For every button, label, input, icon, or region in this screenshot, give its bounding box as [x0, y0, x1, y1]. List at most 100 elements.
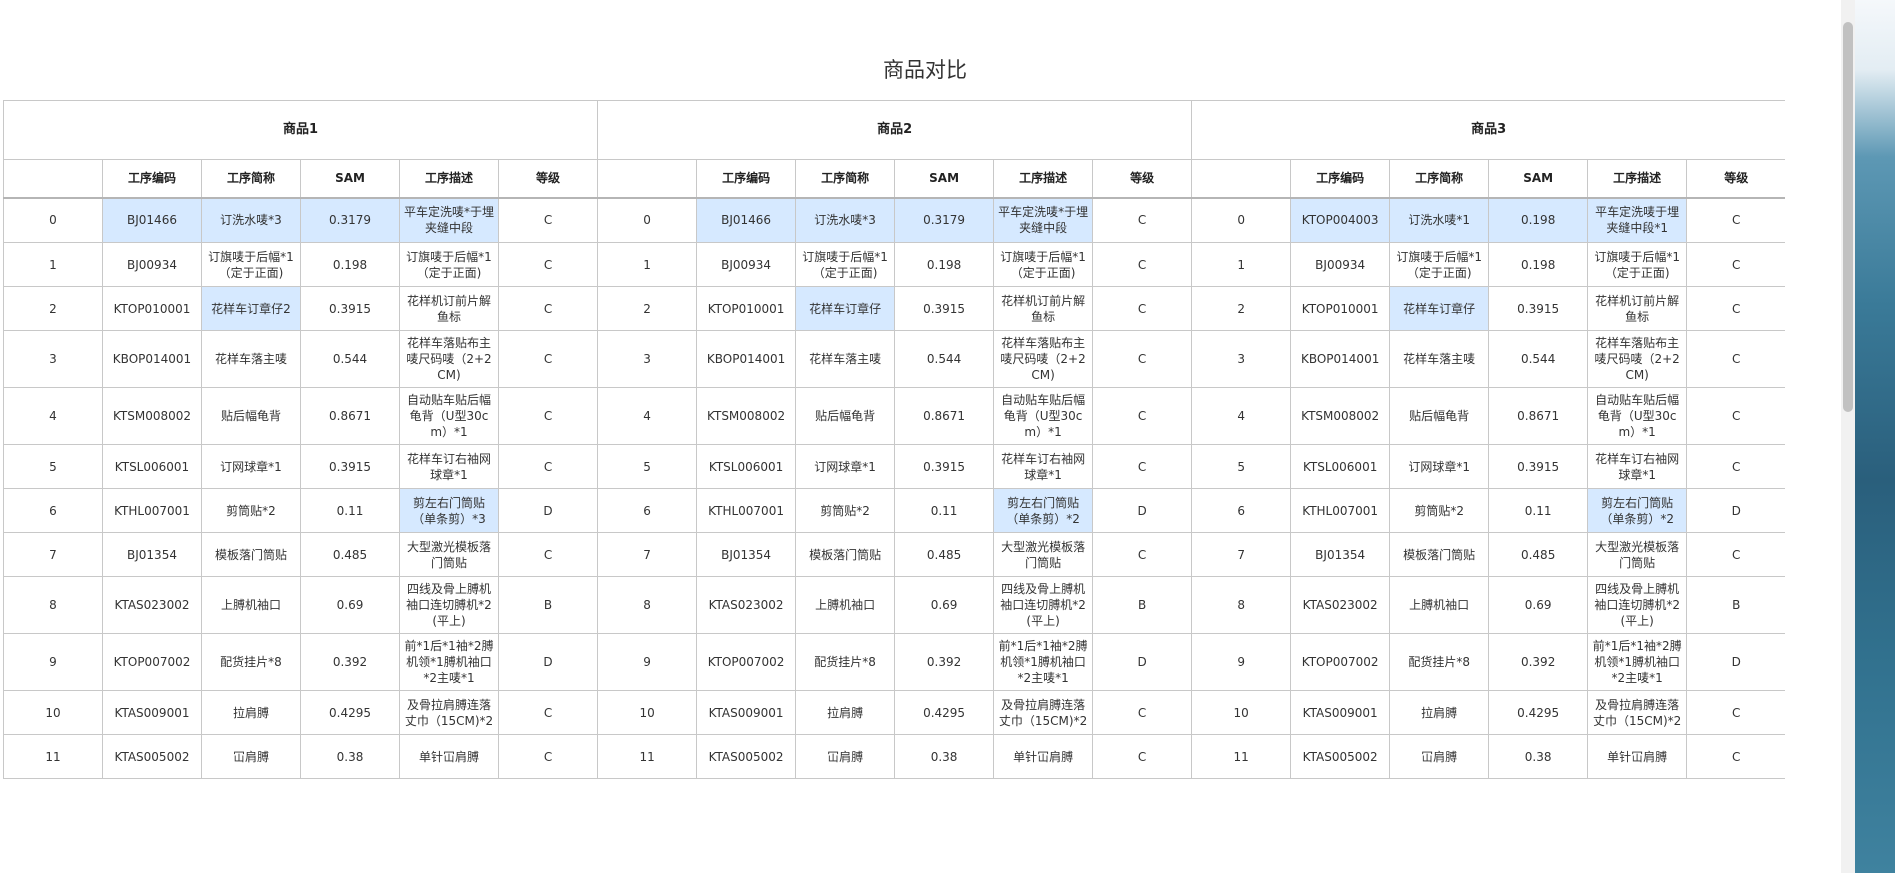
row-index-cell: 9 — [597, 633, 698, 691]
operation-description-cell: 自动贴车贴后幅龟背（U型30cm）*1 — [993, 387, 1094, 445]
operation-code-cell: KBOP014001 — [1290, 330, 1391, 388]
grade-cell: D — [497, 633, 599, 691]
row-index-cell: 11 — [597, 734, 698, 779]
table-row: 9 KTOP007002 配货挂片*8 0.392 前*1后*1袖*2膊机领*1膊机袖口… — [3, 633, 1785, 691]
row-index-cell: 9 — [3, 633, 103, 691]
operation-name-cell: 贴后幅龟背 — [1389, 387, 1490, 445]
row-index-cell: 11 — [1191, 734, 1292, 779]
operation-name-cell: 配货挂片*8 — [795, 633, 896, 691]
scrollbar-thumb[interactable] — [1843, 22, 1853, 412]
column-header-index — [3, 159, 103, 199]
grade-cell: C — [1092, 444, 1193, 489]
row-index-cell: 10 — [597, 690, 698, 735]
operation-name-cell: 花样车订章仔 — [1389, 286, 1490, 331]
grade-cell: C — [1686, 286, 1785, 331]
row-index-cell: 7 — [597, 532, 698, 577]
operation-description-cell: 四线及骨上膊机袖口连切膊机*2(平上) — [1587, 576, 1688, 634]
row-index-cell: 3 — [597, 330, 698, 388]
grade-cell: C — [1092, 690, 1193, 735]
sam-value-cell: 0.3915 — [300, 286, 400, 331]
operation-name-cell: 冚肩膊 — [1389, 734, 1490, 779]
operation-name-cell: 模板落门筒贴 — [795, 532, 896, 577]
operation-description-cell: 及骨拉肩膊连落丈巾（15CM)*2 — [1587, 690, 1688, 735]
operation-description-cell: 花样车订右袖网球章*1 — [993, 444, 1094, 489]
operation-name-cell: 上膊机袖口 — [1389, 576, 1490, 634]
operation-name-cell: 配货挂片*8 — [201, 633, 301, 691]
operation-description-cell: 单针冚肩膊 — [1587, 734, 1688, 779]
page-title: 商品对比 — [883, 58, 967, 82]
row-index-cell: 11 — [3, 734, 103, 779]
sam-value-cell: 0.3915 — [300, 444, 400, 489]
operation-code-cell: BJ01466 — [696, 197, 797, 243]
row-index-cell: 7 — [1191, 532, 1292, 577]
row-index-cell: 5 — [597, 444, 698, 489]
sam-value-cell: 0.38 — [300, 734, 400, 779]
operation-description-cell: 订旗唛于后幅*1（定于正面) — [399, 242, 499, 287]
table-row: 1 BJ00934 订旗唛于后幅*1（定于正面) 0.198 订旗唛于后幅*1（定于正面… — [3, 242, 1785, 287]
column-header-sam-value: SAM — [1488, 159, 1589, 199]
row-index-cell: 4 — [1191, 387, 1292, 445]
column-header-operation-name: 工序简称 — [1389, 159, 1490, 199]
column-header-grade: 等级 — [497, 159, 599, 199]
sam-value-cell: 0.198 — [1488, 242, 1589, 287]
table-row: 3 KBOP014001 花样车落主唛 0.544 花样车落贴布主唛尺码唛（2+2CM)… — [3, 330, 1785, 388]
column-header-index — [597, 159, 698, 199]
sam-value-cell: 0.8671 — [894, 387, 995, 445]
row-index-cell: 0 — [1191, 197, 1292, 243]
operation-code-cell: KTAS009001 — [1290, 690, 1391, 735]
row-index-cell: 8 — [3, 576, 103, 634]
operation-description-cell: 四线及骨上膊机袖口连切膊机*2(平上) — [993, 576, 1094, 634]
sam-value-cell: 0.4295 — [300, 690, 400, 735]
operation-name-cell: 花样车落主唛 — [795, 330, 896, 388]
operation-description-cell: 四线及骨上膊机袖口连切膊机*2(平上) — [399, 576, 499, 634]
row-index-cell: 5 — [3, 444, 103, 489]
row-index-cell: 10 — [3, 690, 103, 735]
operation-name-cell: 贴后幅龟背 — [795, 387, 896, 445]
row-index-cell: 3 — [1191, 330, 1292, 388]
row-index-cell: 1 — [597, 242, 698, 287]
grade-cell: C — [1092, 197, 1193, 243]
sam-value-cell: 0.198 — [1488, 197, 1589, 243]
operation-description-cell: 订旗唛于后幅*1（定于正面) — [1587, 242, 1688, 287]
operation-description-cell: 自动贴车贴后幅龟背（U型30cm）*1 — [399, 387, 499, 445]
sam-value-cell: 0.485 — [300, 532, 400, 577]
grade-cell: C — [1686, 734, 1785, 779]
column-header-operation-description: 工序描述 — [1587, 159, 1688, 199]
operation-code-cell: KTOP004003 — [1290, 197, 1391, 243]
grade-cell: C — [497, 734, 599, 779]
row-index-cell: 1 — [1191, 242, 1292, 287]
comparison-table: 商品1 商品2 商品3 工序编码 工序简称 SAM 工序描述 等级 工序编码 工序简称 SAM 工序… — [3, 100, 1785, 779]
comparison-table-wrapper[interactable]: 商品1 商品2 商品3 工序编码 工序简称 SAM 工序描述 等级 工序编码 工序简称 SAM 工序… — [3, 100, 1785, 873]
sam-value-cell: 0.8671 — [300, 387, 400, 445]
column-header-operation-description: 工序描述 — [993, 159, 1094, 199]
table-row: 8 KTAS023002 上膊机袖口 0.69 四线及骨上膊机袖口连切膊机*2(平上) B… — [3, 576, 1785, 634]
grade-cell: C — [497, 387, 599, 445]
row-index-cell: 8 — [597, 576, 698, 634]
operation-code-cell: KTAS023002 — [696, 576, 797, 634]
operation-name-cell: 订网球章*1 — [1389, 444, 1490, 489]
operation-name-cell: 花样车落主唛 — [1389, 330, 1490, 388]
operation-code-cell: BJ01354 — [102, 532, 202, 577]
row-index-cell: 4 — [3, 387, 103, 445]
table-row: 6 KTHL007001 剪筒贴*2 0.11 剪左右门筒贴（单条剪）*3 D 6 KTHL0… — [3, 488, 1785, 533]
operation-code-cell: KTOP010001 — [1290, 286, 1391, 331]
grade-cell: C — [1092, 387, 1193, 445]
grade-cell: C — [497, 286, 599, 331]
sam-value-cell: 0.544 — [1488, 330, 1589, 388]
column-header-sam-value: SAM — [894, 159, 995, 199]
operation-name-cell: 剪筒贴*2 — [201, 488, 301, 533]
operation-code-cell: KTOP010001 — [696, 286, 797, 331]
grade-cell: C — [497, 330, 599, 388]
operation-name-cell: 花样车落主唛 — [201, 330, 301, 388]
operation-code-cell: KTOP007002 — [102, 633, 202, 691]
sam-value-cell: 0.4295 — [1488, 690, 1589, 735]
column-header-grade: 等级 — [1092, 159, 1193, 199]
operation-code-cell: KTOP007002 — [696, 633, 797, 691]
column-header-operation-code: 工序编码 — [102, 159, 202, 199]
grade-cell: C — [1686, 242, 1785, 287]
operation-name-cell: 花样车订章仔2 — [201, 286, 301, 331]
operation-description-cell: 前*1后*1袖*2膊机领*1膊机袖口*2主唛*1 — [399, 633, 499, 691]
sam-value-cell: 0.3915 — [894, 444, 995, 489]
grade-cell: D — [1092, 633, 1193, 691]
grade-cell: C — [1092, 242, 1193, 287]
